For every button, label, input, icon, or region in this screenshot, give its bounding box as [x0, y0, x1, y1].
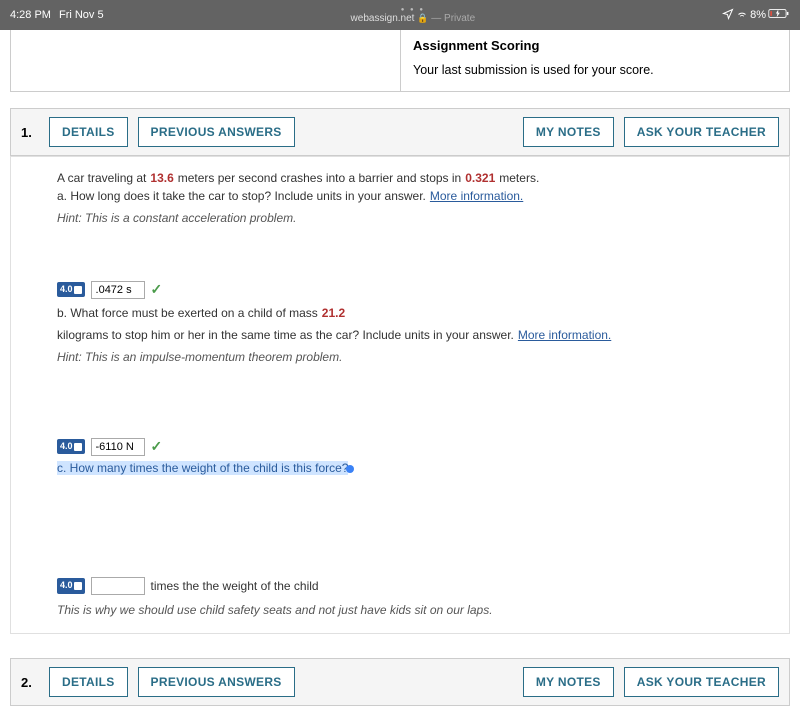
- q2-number: 2.: [21, 675, 39, 690]
- scoring-desc: Your last submission is used for your sc…: [413, 63, 777, 77]
- previous-answers-button[interactable]: PREVIOUS ANSWERS: [138, 117, 295, 147]
- more-info-link[interactable]: More information.: [430, 187, 523, 205]
- answer-c-input[interactable]: [91, 577, 145, 595]
- part-a-hint: Hint: This is a constant acceleration pr…: [57, 209, 296, 227]
- status-center: ● ● ● webassign.net 🔒 — Private: [104, 7, 723, 24]
- q2-header: 2. DETAILS PREVIOUS ANSWERS MY NOTES ASK…: [10, 658, 790, 706]
- q1-explain: This is why we should use child safety s…: [57, 601, 743, 619]
- status-date: Fri Nov 5: [59, 9, 104, 21]
- status-right: 8%: [722, 8, 790, 23]
- part-b-prompt-a: b. What force must be exerted on a child…: [57, 304, 318, 322]
- more-info-link-b[interactable]: More information.: [518, 326, 611, 344]
- q1-intro: A car traveling at 13.6 meters per secon…: [57, 169, 743, 187]
- details-button[interactable]: DETAILS: [49, 117, 128, 147]
- part-b-hint: Hint: This is an impulse-momentum theore…: [57, 348, 342, 366]
- selection-handle-icon[interactable]: [346, 465, 354, 473]
- scoring-panel: Assignment Scoring Your last submission …: [10, 30, 790, 92]
- answer-c-row: 4.0 times the the weight of the child: [57, 577, 743, 595]
- q1-part-b: b. What force must be exerted on a child…: [57, 304, 743, 366]
- status-bar: 4:28 PM Fri Nov 5 ● ● ● webassign.net 🔒 …: [0, 0, 800, 30]
- my-notes-button[interactable]: MY NOTES: [523, 117, 614, 147]
- scoring-title: Assignment Scoring: [413, 38, 777, 53]
- q1-body: A car traveling at 13.6 meters per secon…: [10, 156, 790, 634]
- dist-value: 0.321: [465, 169, 495, 187]
- intro-text-b: meters per second crashes into a barrier…: [178, 169, 461, 187]
- part-b-prompt-b: kilograms to stop him or her in the same…: [57, 326, 514, 344]
- answer-b-row: 4.0 ✓: [57, 436, 743, 457]
- mass-value: 21.2: [322, 304, 345, 322]
- details-button[interactable]: DETAILS: [49, 667, 128, 697]
- wifi-icon: [736, 8, 748, 23]
- q1-header: 1. DETAILS PREVIOUS ANSWERS MY NOTES ASK…: [10, 108, 790, 156]
- points-badge-b: 4.0: [57, 439, 85, 455]
- privacy-label: — Private: [431, 13, 475, 24]
- intro-text-c: meters.: [499, 169, 539, 187]
- part-c-suffix: times the the weight of the child: [151, 577, 319, 595]
- ask-teacher-button[interactable]: ASK YOUR TEACHER: [624, 667, 779, 697]
- q1-part-c: c. How many times the weight of the chil…: [57, 459, 743, 477]
- part-a-prompt: a. How long does it take the car to stop…: [57, 187, 426, 205]
- answer-b-input[interactable]: [91, 438, 145, 456]
- part-c-prompt: c. How many times the weight of the chil…: [57, 461, 348, 475]
- check-icon: ✓: [151, 436, 163, 457]
- lock-icon: 🔒: [417, 13, 428, 23]
- intro-text-a: A car traveling at: [57, 169, 146, 187]
- q1-part-a: a. How long does it take the car to stop…: [57, 187, 743, 227]
- answer-a-input[interactable]: [91, 281, 145, 299]
- my-notes-button[interactable]: MY NOTES: [523, 667, 614, 697]
- previous-answers-button[interactable]: PREVIOUS ANSWERS: [138, 667, 295, 697]
- answer-a-row: 4.0 ✓: [57, 279, 743, 300]
- status-time: 4:28 PM: [10, 9, 51, 21]
- points-badge-c: 4.0: [57, 578, 85, 594]
- location-icon: [722, 8, 734, 23]
- ask-teacher-button[interactable]: ASK YOUR TEACHER: [624, 117, 779, 147]
- check-icon: ✓: [151, 279, 163, 300]
- points-badge-a: 4.0: [57, 282, 85, 298]
- battery-icon: [768, 8, 790, 22]
- status-left: 4:28 PM Fri Nov 5: [10, 9, 104, 21]
- battery-pct: 8%: [750, 9, 766, 21]
- host: webassign.net: [351, 13, 415, 24]
- speed-value: 13.6: [150, 169, 173, 187]
- q1-number: 1.: [21, 125, 39, 140]
